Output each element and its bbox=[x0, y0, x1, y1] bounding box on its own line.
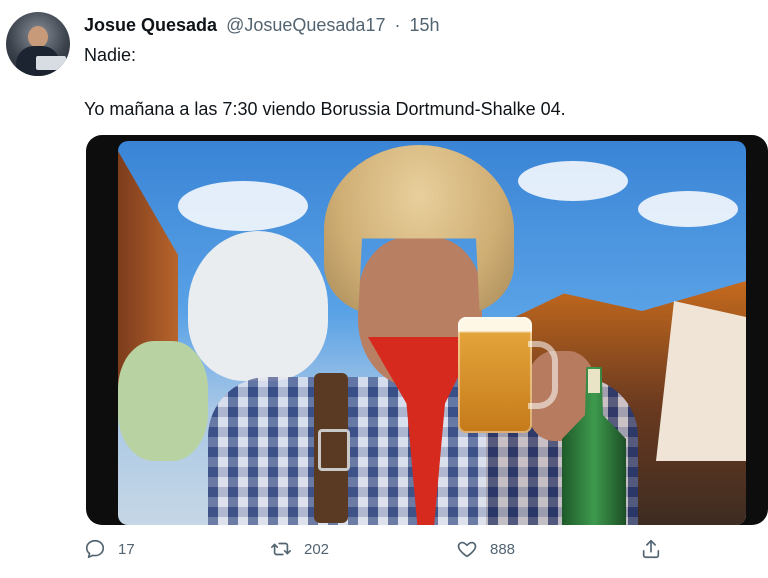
user-handle[interactable]: @JosueQuesada17 bbox=[226, 15, 385, 35]
like-count: 888 bbox=[490, 540, 516, 558]
tweet-text-line-2: Yo mañana a las 7:30 viendo Borussia Dor… bbox=[84, 99, 566, 119]
display-name[interactable]: Josue Quesada bbox=[84, 15, 217, 35]
cloud bbox=[518, 161, 628, 201]
reply-count: 17 bbox=[118, 540, 135, 558]
retweet-count: 202 bbox=[304, 540, 330, 558]
share-button[interactable] bbox=[640, 538, 674, 560]
avatar-laptop bbox=[36, 56, 66, 70]
cloud bbox=[638, 191, 738, 227]
tweet-header: Josue Quesada @JosueQuesada17 · 15h bbox=[84, 14, 440, 36]
media-image bbox=[118, 141, 746, 525]
mug-handle bbox=[528, 341, 558, 409]
green-plush bbox=[118, 341, 208, 461]
beer-mug bbox=[458, 317, 532, 433]
bottle-label bbox=[588, 369, 600, 393]
retweet-button[interactable]: 202 bbox=[270, 538, 329, 560]
tweet-text-line-1: Nadie: bbox=[84, 45, 137, 65]
avatar[interactable] bbox=[6, 12, 70, 76]
heart-icon bbox=[457, 541, 477, 558]
share-icon bbox=[642, 539, 660, 559]
like-button[interactable]: 888 bbox=[456, 538, 515, 560]
tweet-timestamp[interactable]: 15h bbox=[410, 15, 440, 35]
cloud bbox=[178, 181, 308, 231]
tweet-media[interactable] bbox=[86, 135, 768, 525]
reply-icon bbox=[85, 539, 105, 559]
reply-button[interactable]: 17 bbox=[84, 538, 135, 560]
retweet-icon bbox=[271, 542, 291, 556]
tweet-actions: 17 202 888 bbox=[84, 538, 704, 568]
separator-dot: · bbox=[394, 15, 401, 35]
suspender-buckle bbox=[318, 429, 350, 471]
white-plush bbox=[188, 231, 328, 381]
avatar-head bbox=[28, 26, 48, 48]
